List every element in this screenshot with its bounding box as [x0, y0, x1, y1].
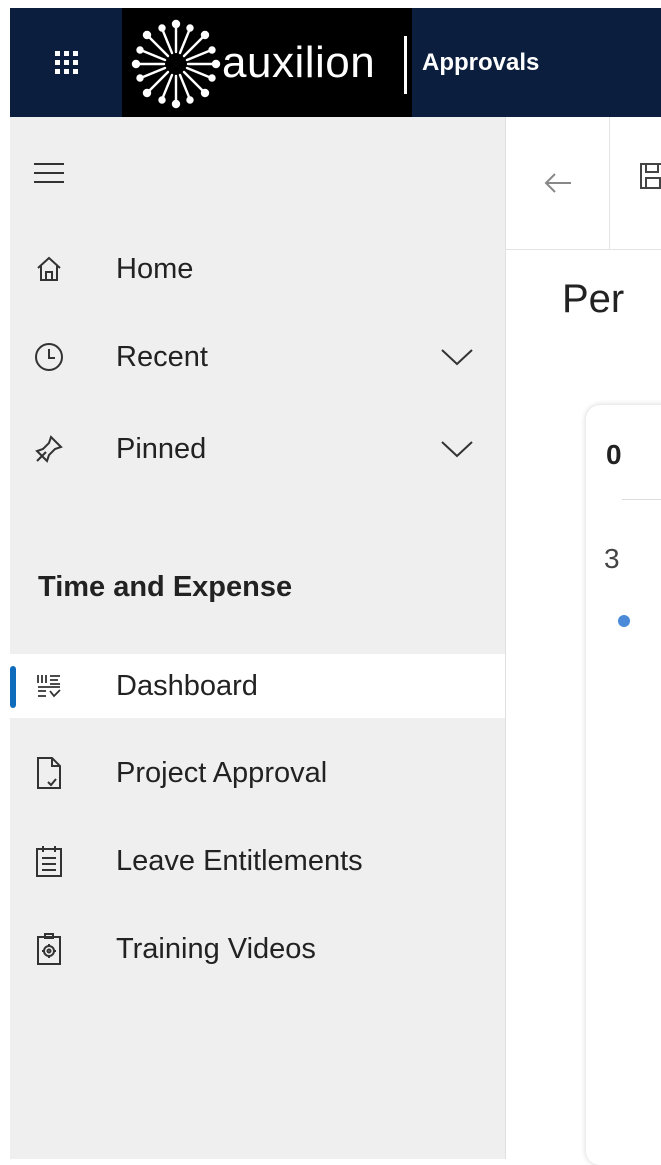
- chevron-down-icon[interactable]: [440, 347, 474, 367]
- page-title: Per: [562, 277, 625, 321]
- nav-label-dashboard: Dashboard: [116, 669, 258, 702]
- summary-card: 0 3: [586, 405, 661, 1165]
- sidebar: Home Recent Pinned Time and Expense Dash…: [10, 117, 506, 1159]
- document-icon: [32, 756, 66, 790]
- nav-item-home[interactable]: Home: [10, 237, 505, 301]
- card-value-secondary: 3: [604, 543, 620, 574]
- back-arrow-icon: [544, 173, 571, 193]
- save-icon[interactable]: [638, 161, 661, 191]
- calendar-icon: [32, 844, 66, 878]
- nav-item-project-approval[interactable]: Project Approval: [10, 741, 505, 805]
- hamburger-menu-icon[interactable]: [34, 163, 64, 183]
- pin-icon: [32, 432, 66, 466]
- nav-label-recent: Recent: [116, 340, 208, 373]
- nav-item-leave-entitlements[interactable]: Leave Entitlements: [10, 829, 505, 893]
- logo-bar: [404, 36, 407, 94]
- card-divider: [622, 499, 661, 500]
- logo-mark-icon: [131, 19, 221, 109]
- logo-text: auxilion: [222, 38, 376, 87]
- nav-item-dashboard[interactable]: Dashboard: [10, 654, 505, 718]
- main-content: Per 0 3: [506, 117, 661, 1165]
- nav-item-training-videos[interactable]: Training Videos: [10, 917, 505, 981]
- clock-icon: [32, 340, 66, 374]
- nav-label-pinned: Pinned: [116, 432, 207, 465]
- card-value-primary: 0: [606, 439, 622, 470]
- auxilion-logo[interactable]: auxilion: [122, 8, 412, 117]
- nav-item-recent[interactable]: Recent: [10, 325, 505, 389]
- active-indicator: [10, 666, 16, 708]
- status-dot: [618, 615, 630, 627]
- back-button[interactable]: [506, 117, 610, 249]
- waffle-icon: [54, 51, 78, 74]
- top-bar: auxilion Approvals: [0, 0, 661, 117]
- nav-label-leave-entitlements: Leave Entitlements: [116, 844, 363, 877]
- dashboard-icon: [32, 669, 66, 703]
- chevron-down-icon[interactable]: [440, 439, 474, 459]
- nav-label-project-approval: Project Approval: [116, 756, 328, 789]
- nav-label-training-videos: Training Videos: [116, 932, 316, 965]
- home-icon: [32, 252, 66, 286]
- app-title[interactable]: Approvals: [422, 8, 539, 117]
- badge-icon: [32, 932, 66, 966]
- app-launcher-button[interactable]: [10, 8, 122, 117]
- nav-label-home: Home: [116, 252, 194, 285]
- section-title: Time and Expense: [38, 571, 293, 603]
- command-bar: [506, 117, 661, 250]
- nav-item-pinned[interactable]: Pinned: [10, 417, 505, 481]
